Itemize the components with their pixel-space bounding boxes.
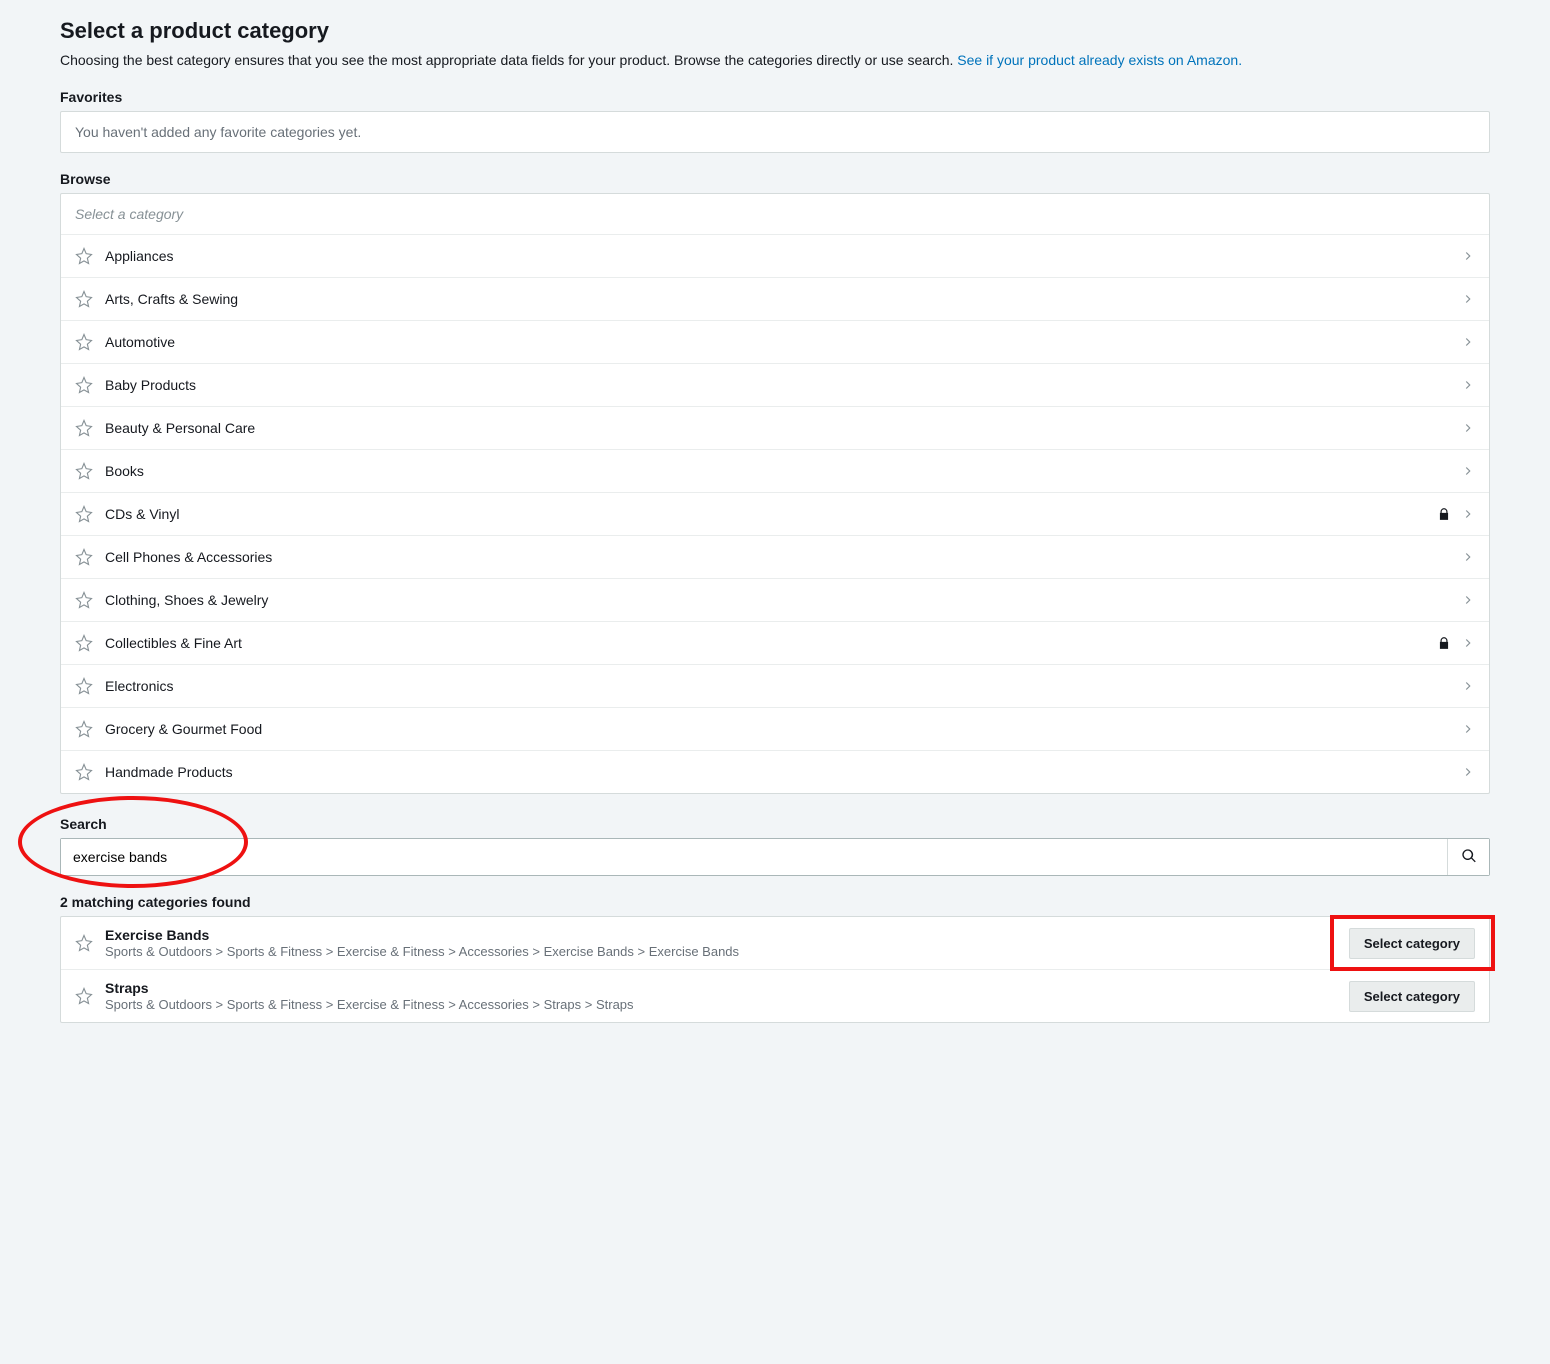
category-row[interactable]: Electronics [61, 665, 1489, 708]
star-icon[interactable] [75, 720, 93, 738]
star-icon[interactable] [75, 505, 93, 523]
star-icon[interactable] [75, 247, 93, 265]
category-row[interactable]: Cell Phones & Accessories [61, 536, 1489, 579]
category-row[interactable]: Handmade Products [61, 751, 1489, 793]
result-text: Exercise BandsSports & Outdoors > Sports… [105, 927, 1349, 959]
favorites-empty-text: You haven't added any favorite categorie… [75, 124, 361, 140]
star-icon[interactable] [75, 634, 93, 652]
chevron-right-icon [1461, 249, 1475, 263]
star-icon[interactable] [75, 376, 93, 394]
subtitle-link[interactable]: See if your product already exists on Am… [957, 52, 1242, 68]
page-title: Select a product category [60, 18, 1490, 44]
category-label: Arts, Crafts & Sewing [105, 291, 1461, 307]
category-label: Books [105, 463, 1461, 479]
category-row[interactable]: Beauty & Personal Care [61, 407, 1489, 450]
category-row[interactable]: Baby Products [61, 364, 1489, 407]
chevron-right-icon [1461, 421, 1475, 435]
chevron-right-icon [1461, 335, 1475, 349]
category-label: Electronics [105, 678, 1461, 694]
category-row[interactable]: Grocery & Gourmet Food [61, 708, 1489, 751]
chevron-right-icon [1461, 765, 1475, 779]
browse-placeholder: Select a category [61, 194, 1489, 235]
result-title: Straps [105, 980, 1349, 996]
star-icon[interactable] [75, 677, 93, 695]
category-label: Clothing, Shoes & Jewelry [105, 592, 1461, 608]
result-path: Sports & Outdoors > Sports & Fitness > E… [105, 997, 1349, 1012]
subtitle-text: Choosing the best category ensures that … [60, 52, 957, 68]
category-row[interactable]: CDs & Vinyl [61, 493, 1489, 536]
search-icon [1461, 848, 1477, 867]
chevron-right-icon [1461, 378, 1475, 392]
star-icon[interactable] [75, 987, 93, 1005]
chevron-right-icon [1461, 507, 1475, 521]
category-label: CDs & Vinyl [105, 506, 1437, 522]
chevron-right-icon [1461, 593, 1475, 607]
chevron-right-icon [1461, 722, 1475, 736]
category-label: Automotive [105, 334, 1461, 350]
chevron-right-icon [1461, 550, 1475, 564]
star-icon[interactable] [75, 290, 93, 308]
favorites-label: Favorites [60, 89, 1490, 105]
result-path: Sports & Outdoors > Sports & Fitness > E… [105, 944, 1349, 959]
results-count: 2 matching categories found [60, 894, 1490, 910]
lock-icon [1437, 507, 1451, 521]
search-label: Search [60, 816, 1490, 832]
star-icon[interactable] [75, 419, 93, 437]
browse-box: Select a category Appliances Arts, Crafts… [60, 193, 1490, 794]
result-text: StrapsSports & Outdoors > Sports & Fitne… [105, 980, 1349, 1012]
result-row: StrapsSports & Outdoors > Sports & Fitne… [61, 970, 1489, 1022]
page-subtitle: Choosing the best category ensures that … [60, 50, 1490, 71]
chevron-right-icon [1461, 679, 1475, 693]
category-label: Cell Phones & Accessories [105, 549, 1461, 565]
category-row[interactable]: Collectibles & Fine Art [61, 622, 1489, 665]
category-label: Grocery & Gourmet Food [105, 721, 1461, 737]
chevron-right-icon [1461, 636, 1475, 650]
category-label: Beauty & Personal Care [105, 420, 1461, 436]
category-row[interactable]: Automotive [61, 321, 1489, 364]
search-row [60, 838, 1490, 876]
lock-icon [1437, 636, 1451, 650]
star-icon[interactable] [75, 548, 93, 566]
results-box: Exercise BandsSports & Outdoors > Sports… [60, 916, 1490, 1023]
favorites-box: You haven't added any favorite categorie… [60, 111, 1490, 153]
category-row[interactable]: Arts, Crafts & Sewing [61, 278, 1489, 321]
browse-label: Browse [60, 171, 1490, 187]
search-input[interactable] [61, 839, 1447, 875]
category-row[interactable]: Appliances [61, 235, 1489, 278]
search-button[interactable] [1447, 839, 1489, 875]
select-category-button[interactable]: Select category [1349, 928, 1475, 959]
star-icon[interactable] [75, 763, 93, 781]
result-title: Exercise Bands [105, 927, 1349, 943]
category-label: Baby Products [105, 377, 1461, 393]
result-row: Exercise BandsSports & Outdoors > Sports… [61, 917, 1489, 970]
category-label: Collectibles & Fine Art [105, 635, 1437, 651]
star-icon[interactable] [75, 333, 93, 351]
chevron-right-icon [1461, 464, 1475, 478]
select-category-button[interactable]: Select category [1349, 981, 1475, 1012]
star-icon[interactable] [75, 934, 93, 952]
category-row[interactable]: Clothing, Shoes & Jewelry [61, 579, 1489, 622]
category-label: Handmade Products [105, 764, 1461, 780]
chevron-right-icon [1461, 292, 1475, 306]
star-icon[interactable] [75, 462, 93, 480]
star-icon[interactable] [75, 591, 93, 609]
category-label: Appliances [105, 248, 1461, 264]
category-row[interactable]: Books [61, 450, 1489, 493]
